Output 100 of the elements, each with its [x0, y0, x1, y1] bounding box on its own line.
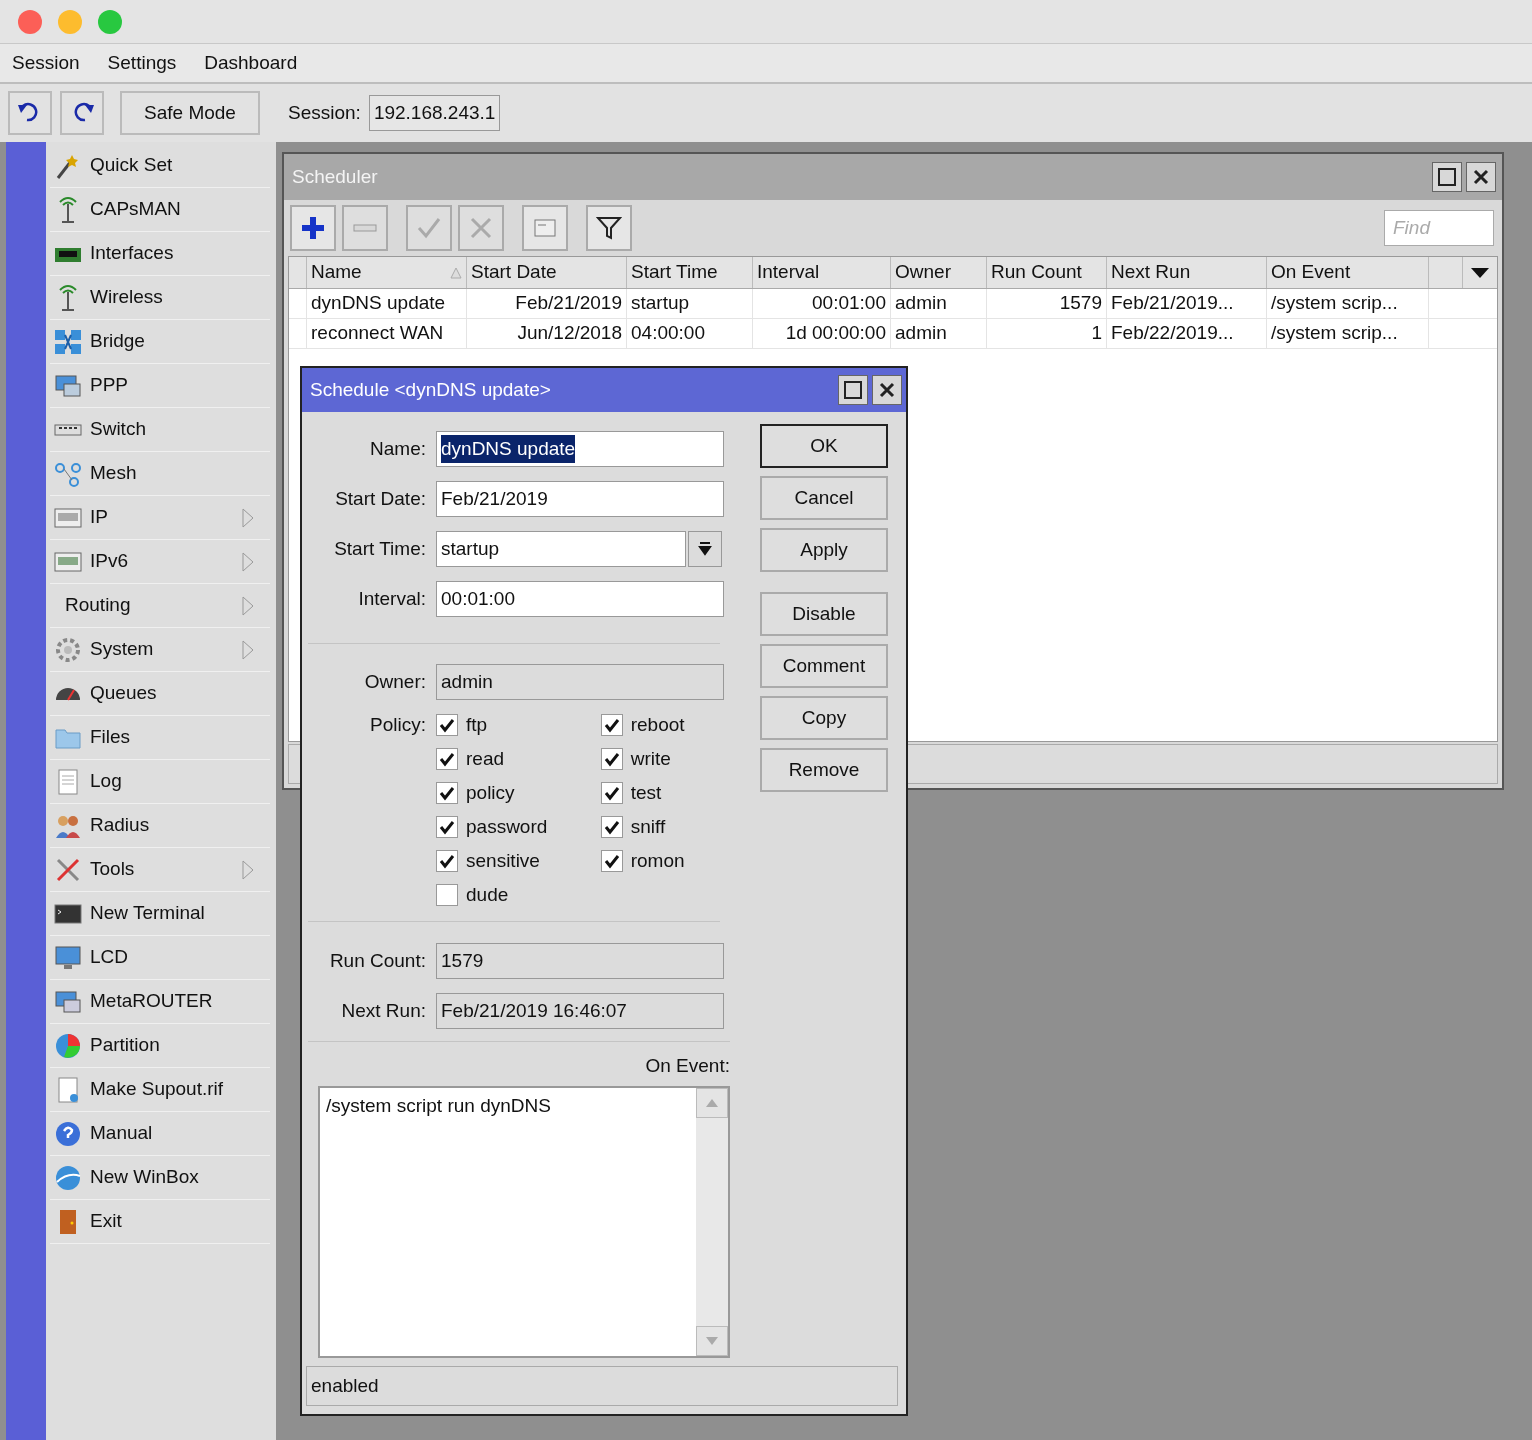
check-icon	[439, 785, 455, 801]
sidebar-item[interactable]: Bridge	[50, 320, 270, 364]
table-cell: /system scrip...	[1267, 319, 1429, 348]
sidebar-item[interactable]: Switch	[50, 408, 270, 452]
table-cell: /system scrip...	[1267, 289, 1429, 318]
sidebar-item-label: Radius	[90, 813, 151, 838]
gear-icon	[54, 635, 82, 664]
scroll-up-icon	[706, 1099, 718, 1107]
sidebar-item[interactable]: Files	[50, 716, 270, 760]
sidebar-item[interactable]: PPP	[50, 364, 270, 408]
column-header[interactable]: Owner	[891, 257, 987, 288]
checkbox[interactable]	[436, 850, 458, 872]
redo-button[interactable]	[60, 91, 104, 135]
close-button[interactable]	[872, 375, 902, 405]
input-field[interactable]: startup	[436, 531, 686, 567]
dialog-button[interactable]: OK	[760, 424, 888, 468]
readonly-field: Feb/21/2019 16:46:07	[436, 993, 724, 1029]
dropdown-arrow-icon	[1471, 267, 1489, 278]
checkbox[interactable]	[600, 782, 623, 804]
sidebar-item[interactable]: New Terminal	[50, 892, 270, 936]
column-header[interactable]: Interval	[753, 257, 891, 288]
sidebar-item[interactable]: Routing	[50, 584, 270, 628]
table-cell: 1d 00:00:00	[753, 319, 891, 348]
table-cell: admin	[891, 319, 987, 348]
sidebar-item[interactable]: Tools	[50, 848, 270, 892]
sidebar-item[interactable]: MetaROUTER	[50, 980, 270, 1024]
column-header[interactable]: Start Time	[627, 257, 753, 288]
field-label: Owner:	[363, 669, 427, 694]
dialog-button[interactable]: Disable	[760, 592, 888, 636]
filter-icon	[596, 215, 622, 241]
sidebar-item-label: Mesh	[90, 461, 138, 486]
checkbox[interactable]	[436, 884, 458, 906]
sidebar-item[interactable]: New WinBox	[50, 1156, 270, 1200]
checkbox-label: write	[630, 746, 671, 771]
sidebar-item[interactable]: Wireless	[50, 276, 270, 320]
dialog-button[interactable]: Copy	[760, 696, 888, 740]
dialog-button[interactable]: Remove	[760, 748, 888, 792]
find-field[interactable]: Find	[1384, 210, 1494, 246]
column-header[interactable]: Next Run	[1107, 257, 1267, 288]
undo-button[interactable]	[8, 91, 52, 135]
sidebar-item[interactable]: System	[50, 628, 270, 672]
sidebar-item[interactable]: LCD	[50, 936, 270, 980]
checkbox[interactable]	[436, 816, 458, 838]
script-textarea[interactable]: /system script run dynDNS	[318, 1086, 730, 1358]
sidebar-item[interactable]: Interfaces	[50, 232, 270, 276]
readonly-field: 1579	[436, 943, 724, 979]
check-icon	[416, 215, 442, 241]
help-icon	[54, 1119, 82, 1148]
table-row[interactable]: dynDNS update Feb/21/2019 startup 00:01:00 admin 1579 Feb/21/2019... /system scrip...	[289, 289, 1497, 319]
input-field[interactable]: 00:01:00	[436, 581, 724, 617]
sidebar-item[interactable]: Partition	[50, 1024, 270, 1068]
maximize-button[interactable]	[1432, 162, 1462, 192]
scroll-down-icon	[706, 1337, 718, 1345]
checkbox[interactable]	[600, 748, 623, 770]
sidebar-item[interactable]: Mesh	[50, 452, 270, 496]
sidebar-item[interactable]: CAPsMAN	[50, 188, 270, 232]
checkbox[interactable]	[600, 850, 623, 872]
field-label: Run Count:	[328, 948, 427, 973]
safe-mode-button[interactable]: Safe Mode	[120, 91, 260, 135]
table-row[interactable]: reconnect WAN Jun/12/2018 04:00:00 1d 00:00:00 admin 1 Feb/22/2019... /system scrip...	[289, 319, 1497, 349]
table-cell: Feb/22/2019...	[1107, 319, 1267, 348]
table-cell: 00:01:00	[753, 289, 891, 318]
menu-item[interactable]: Session	[12, 48, 80, 78]
field-label: Policy:	[369, 712, 427, 737]
sidebar-item[interactable]: Queues	[50, 672, 270, 716]
checkbox[interactable]	[436, 714, 458, 736]
checkbox[interactable]	[436, 748, 458, 770]
sidebar-item[interactable]: Exit	[50, 1200, 270, 1244]
column-header[interactable]: Run Count	[987, 257, 1107, 288]
menu-item[interactable]: Dashboard	[204, 48, 298, 78]
check-icon	[603, 717, 620, 733]
column-header[interactable]: Start Date	[467, 257, 627, 288]
input-field[interactable]: dynDNS update	[436, 431, 724, 467]
sidebar-item[interactable]: Log	[50, 760, 270, 804]
sidebar-item-label: Files	[90, 725, 132, 750]
dialog-button[interactable]: Cancel	[760, 476, 888, 520]
dialog-button[interactable]: Apply	[760, 528, 888, 572]
input-field[interactable]: Feb/21/2019	[436, 481, 724, 517]
sidebar-item[interactable]: IPv6	[50, 540, 270, 584]
sidebar-item[interactable]: Quick Set	[50, 144, 270, 188]
checkbox[interactable]	[600, 714, 623, 736]
table-cell: startup	[627, 289, 753, 318]
column-header[interactable]: On Event	[1267, 257, 1429, 288]
sidebar-item[interactable]: Manual	[50, 1112, 270, 1156]
dropdown-button[interactable]	[688, 531, 722, 567]
menu-item[interactable]: Settings	[107, 48, 177, 78]
field-label: Start Date:	[334, 486, 427, 511]
column-header[interactable]: Name	[307, 257, 467, 288]
sidebar-item[interactable]: IP	[50, 496, 270, 540]
maximize-button[interactable]	[838, 375, 868, 405]
sidebar-item[interactable]: Radius	[50, 804, 270, 848]
toolbar-button[interactable]	[586, 205, 632, 251]
close-button[interactable]	[1466, 162, 1496, 192]
dialog-button[interactable]: Comment	[760, 644, 888, 688]
checkbox-label: dude	[466, 882, 509, 907]
dropdown-arrow-icon	[698, 542, 712, 556]
sidebar-item[interactable]: Make Supout.rif	[50, 1068, 270, 1112]
checkbox[interactable]	[600, 816, 623, 838]
checkbox[interactable]	[436, 782, 458, 804]
toolbar-button[interactable]	[290, 205, 336, 251]
